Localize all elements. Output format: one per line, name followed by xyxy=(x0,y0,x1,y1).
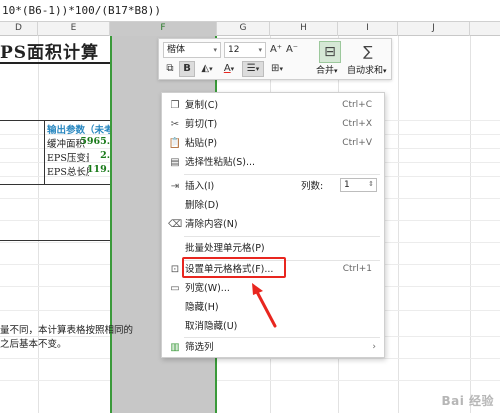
column-header-d[interactable]: D xyxy=(0,22,38,36)
copy-icon: ❐ xyxy=(170,100,180,111)
merge-cells-icon: ⊟ xyxy=(324,44,336,60)
submenu-arrow-icon: › xyxy=(372,342,376,352)
menu-item-label: 插入(I) xyxy=(185,181,215,192)
column-count-value: 1 xyxy=(344,180,350,190)
chevron-down-icon: ▾ xyxy=(213,46,217,54)
watermark: Bai 经验 xyxy=(441,394,494,408)
menu-item-batch-process[interactable]: 批量处理单元格(P) xyxy=(162,239,384,258)
fill-color-button[interactable]: ◭▾ xyxy=(197,61,217,77)
grow-font-button[interactable]: A⁺ xyxy=(269,42,283,58)
font-name-value: 楷体 xyxy=(167,45,186,55)
menu-item-label: 清除内容(N) xyxy=(185,219,238,230)
font-size-value: 12 xyxy=(228,45,240,55)
format-painter-button[interactable]: ⧉ xyxy=(163,61,177,77)
mini-toolbar: 楷体 ▾ 12 ▾ A⁺ A⁻ ⧉ B ◭▾ A▾ ☰▾ ⊞▾ ⊟ 合并▾ ∑ … xyxy=(158,38,392,80)
menu-item-paste-special[interactable]: ▤ 选择性粘贴(S)... xyxy=(162,153,384,172)
menu-item-label: 粘贴(P) xyxy=(185,138,218,149)
menu-item-label: 批量处理单元格(P) xyxy=(185,243,265,254)
sigma-icon: ∑ xyxy=(363,44,373,60)
spinner-icon[interactable]: ⇕ xyxy=(368,178,374,190)
menu-item-filter-column[interactable]: ▥ 筛选列 › xyxy=(162,338,384,357)
column-header-i[interactable]: I xyxy=(338,22,398,36)
merge-label-text: 合并 xyxy=(316,66,335,76)
paste-icon: 📋 xyxy=(168,138,182,149)
column-header-g[interactable]: G xyxy=(217,22,270,36)
column-header-h[interactable]: H xyxy=(270,22,338,36)
title-underline xyxy=(0,62,110,64)
highlight-box xyxy=(182,257,286,278)
column-count-input[interactable]: 1 ⇕ xyxy=(340,178,377,192)
row-value-eps-length: 119. xyxy=(86,164,110,175)
column-headers: D E F G H I J xyxy=(0,22,500,36)
table-border xyxy=(0,240,110,241)
menu-item-clear-contents[interactable]: ⌫ 清除内容(N) xyxy=(162,215,384,234)
menu-item-label: 隐藏(H) xyxy=(185,302,219,313)
bold-button[interactable]: B xyxy=(179,61,195,77)
menu-item-shortcut: Ctrl+C xyxy=(342,100,372,110)
menu-item-label: 复制(C) xyxy=(185,100,219,111)
format-painter-icon: ⧉ xyxy=(166,63,174,74)
note-line-1-text: 量不同，本计算表格按照相同的 xyxy=(0,325,134,336)
menu-item-shortcut: Ctrl+1 xyxy=(342,264,372,274)
column-width-icon: ▭ xyxy=(170,283,180,294)
font-color-icon: A xyxy=(223,63,231,74)
font-name-select[interactable]: 楷体 ▾ xyxy=(163,42,221,58)
menu-item-copy[interactable]: ❐ 复制(C) Ctrl+C xyxy=(162,96,384,115)
merge-label[interactable]: 合并▾ xyxy=(316,65,338,77)
align-button[interactable]: ☰▾ xyxy=(242,61,264,77)
column-header-j[interactable]: J xyxy=(398,22,470,36)
red-arrow-annotation xyxy=(252,283,277,328)
sheet-title: PS面积计算 xyxy=(0,43,100,63)
merge-button[interactable]: ⊟ xyxy=(319,41,341,63)
borders-button[interactable]: ⊞▾ xyxy=(267,61,287,77)
scissors-icon: ✂ xyxy=(170,119,180,130)
menu-item-paste[interactable]: 📋 粘贴(P) Ctrl+V xyxy=(162,134,384,153)
paste-special-icon: ▤ xyxy=(170,157,180,168)
autosum-label-text: 自动求和 xyxy=(347,66,384,76)
chevron-down-icon: ▾ xyxy=(258,46,262,54)
paint-bucket-icon: ◭ xyxy=(201,63,210,74)
shrink-font-button[interactable]: A⁻ xyxy=(285,42,299,58)
table-border xyxy=(44,120,45,184)
menu-item-shortcut: Ctrl+V xyxy=(342,138,372,148)
menu-separator xyxy=(184,174,380,175)
menu-item-label: 筛选列 xyxy=(185,342,214,353)
autosum-label[interactable]: 自动求和▾ xyxy=(347,65,387,77)
autosum-button[interactable]: ∑ xyxy=(357,41,379,63)
column-header-f[interactable]: F xyxy=(110,22,217,36)
font-size-select[interactable]: 12 ▾ xyxy=(224,42,266,58)
menu-item-cut[interactable]: ✂ 剪切(T) Ctrl+X xyxy=(162,115,384,134)
format-cells-icon: ⊡ xyxy=(170,264,180,275)
column-header-e[interactable]: E xyxy=(38,22,110,36)
column-count-label: 列数: xyxy=(301,181,324,192)
row-value-buffer-area: 5965. xyxy=(80,136,110,147)
note-line-1: 量不同，本计算表格按照相同的 xyxy=(0,322,133,336)
filter-icon: ▥ xyxy=(170,342,180,353)
menu-item-label: 列宽(W)... xyxy=(185,283,230,294)
align-center-icon: ☰ xyxy=(246,63,256,74)
insert-column-icon: ⇥ xyxy=(170,181,180,192)
formula-bar[interactable]: 10*(B6-1))*100/(B17*B8)) xyxy=(0,0,500,22)
note-line-2: 之后基本不变。 xyxy=(0,339,67,350)
menu-item-label: 取消隐藏(U) xyxy=(185,321,238,332)
table-border xyxy=(0,184,110,185)
column-header-k[interactable] xyxy=(470,22,500,36)
menu-separator xyxy=(184,236,380,237)
row-value-eps-compression: 2. xyxy=(100,150,110,161)
menu-item-shortcut: Ctrl+X xyxy=(342,119,372,129)
menu-item-delete[interactable]: 删除(D) xyxy=(162,196,384,215)
font-color-button[interactable]: A▾ xyxy=(219,61,239,77)
menu-item-label: 选择性粘贴(S)... xyxy=(185,157,256,168)
output-params-header: 输出参数（未考虑安 xyxy=(47,125,110,136)
table-border xyxy=(0,120,110,121)
menu-item-label: 删除(D) xyxy=(185,200,219,211)
eraser-icon: ⌫ xyxy=(168,219,183,230)
menu-item-label: 剪切(T) xyxy=(185,119,218,130)
